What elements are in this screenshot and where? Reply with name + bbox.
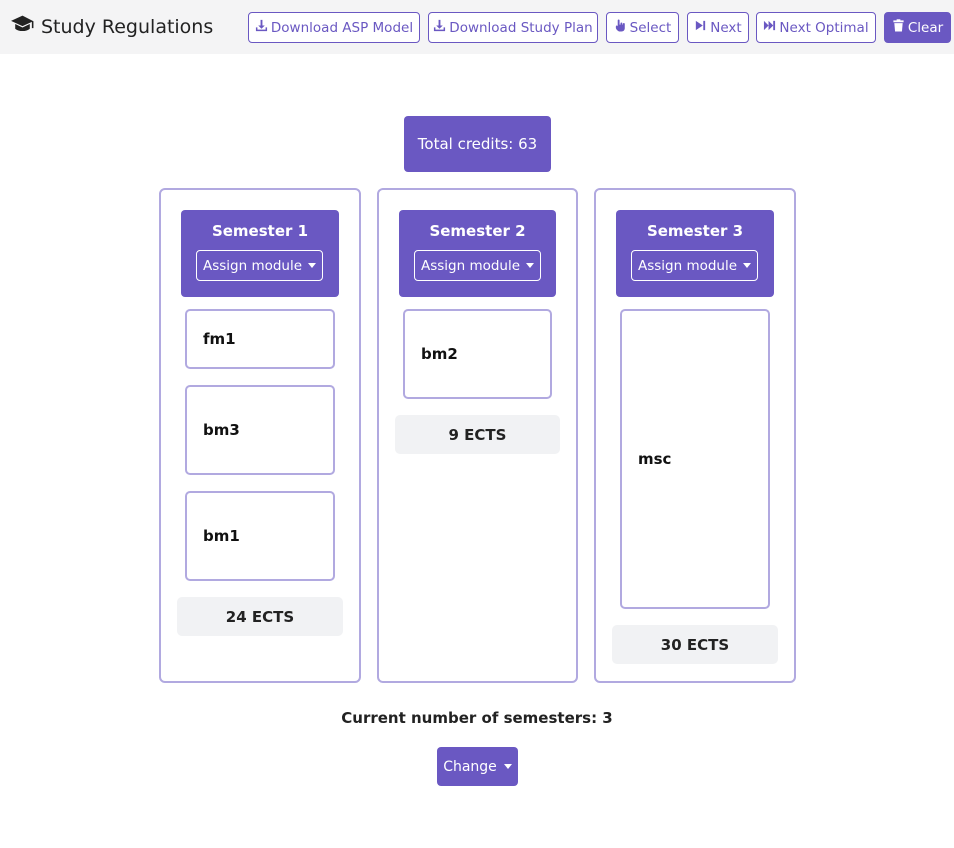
assign-module-dropdown[interactable]: Assign module (196, 250, 323, 281)
fast-forward-icon (763, 19, 776, 36)
select-button[interactable]: Select (606, 12, 679, 43)
graduation-cap-icon (10, 14, 35, 39)
semester-header: Semester 1 Assign module (181, 210, 339, 297)
semester-header: Semester 3 Assign module (616, 210, 774, 297)
download-icon (433, 19, 446, 36)
assign-module-dropdown[interactable]: Assign module (414, 250, 541, 281)
caret-down-icon (308, 263, 317, 268)
total-credits-badge: Total credits: 63 (404, 116, 551, 172)
clear-button[interactable]: Clear (884, 12, 951, 43)
module-card[interactable]: bm2 (403, 309, 552, 399)
semester-title: Semester 1 (211, 222, 309, 240)
pointer-hand-icon (614, 19, 627, 36)
navbar: Study Regulations Download ASP Model Dow… (0, 0, 954, 54)
ects-text: 30 ECTS (660, 635, 730, 654)
module-card[interactable]: bm3 (185, 385, 335, 475)
module-name: fm1 (203, 330, 236, 348)
next-optimal-button[interactable]: Next Optimal (756, 12, 876, 43)
total-credits-text: Total credits: 63 (417, 135, 538, 153)
assign-module-dropdown[interactable]: Assign module (631, 250, 758, 281)
module-card[interactable]: fm1 (185, 309, 335, 369)
caret-down-icon (503, 764, 512, 769)
next-optimal-label: Next Optimal (779, 19, 869, 36)
semester-column: Semester 3 Assign module msc 30 ECTS (594, 188, 796, 683)
module-card[interactable]: msc (620, 309, 770, 609)
download-study-plan-label: Download Study Plan (449, 19, 593, 36)
assign-module-label: Assign module (637, 257, 738, 274)
next-label: Next (710, 19, 742, 36)
brand[interactable]: Study Regulations (10, 14, 213, 39)
ects-text: 9 ECTS (448, 425, 507, 444)
change-label: Change (443, 758, 497, 775)
module-name: bm3 (203, 421, 240, 439)
clear-label: Clear (907, 19, 944, 36)
change-semesters-dropdown[interactable]: Change (437, 747, 518, 786)
module-card[interactable]: bm1 (185, 491, 335, 581)
semester-title: Semester 2 (429, 222, 526, 240)
trash-icon (892, 19, 905, 36)
semester-column: Semester 2 Assign module bm2 9 ECTS (377, 188, 578, 683)
download-asp-model-label: Download ASP Model (270, 19, 414, 36)
assign-module-label: Assign module (420, 257, 521, 274)
download-asp-model-button[interactable]: Download ASP Model (248, 12, 420, 43)
download-study-plan-button[interactable]: Download Study Plan (428, 12, 598, 43)
assign-module-label: Assign module (202, 257, 303, 274)
semester-title: Semester 3 (646, 222, 744, 240)
download-icon (255, 19, 268, 36)
caret-down-icon (526, 263, 535, 268)
caret-down-icon (743, 263, 752, 268)
current-semesters-text: Current number of semesters: 3 (341, 709, 613, 727)
select-label: Select (629, 19, 672, 36)
ects-total: 9 ECTS (395, 415, 560, 454)
module-name: bm1 (203, 527, 240, 545)
app-title: Study Regulations (41, 15, 214, 38)
module-name: msc (638, 450, 672, 468)
ects-total: 30 ECTS (612, 625, 778, 664)
semester-header: Semester 2 Assign module (399, 210, 556, 297)
ects-text: 24 ECTS (225, 607, 295, 626)
step-forward-icon (694, 19, 707, 36)
module-name: bm2 (421, 345, 458, 363)
semester-column: Semester 1 Assign module fm1 bm3 bm1 24 … (159, 188, 361, 683)
ects-total: 24 ECTS (177, 597, 343, 636)
next-button[interactable]: Next (687, 12, 749, 43)
